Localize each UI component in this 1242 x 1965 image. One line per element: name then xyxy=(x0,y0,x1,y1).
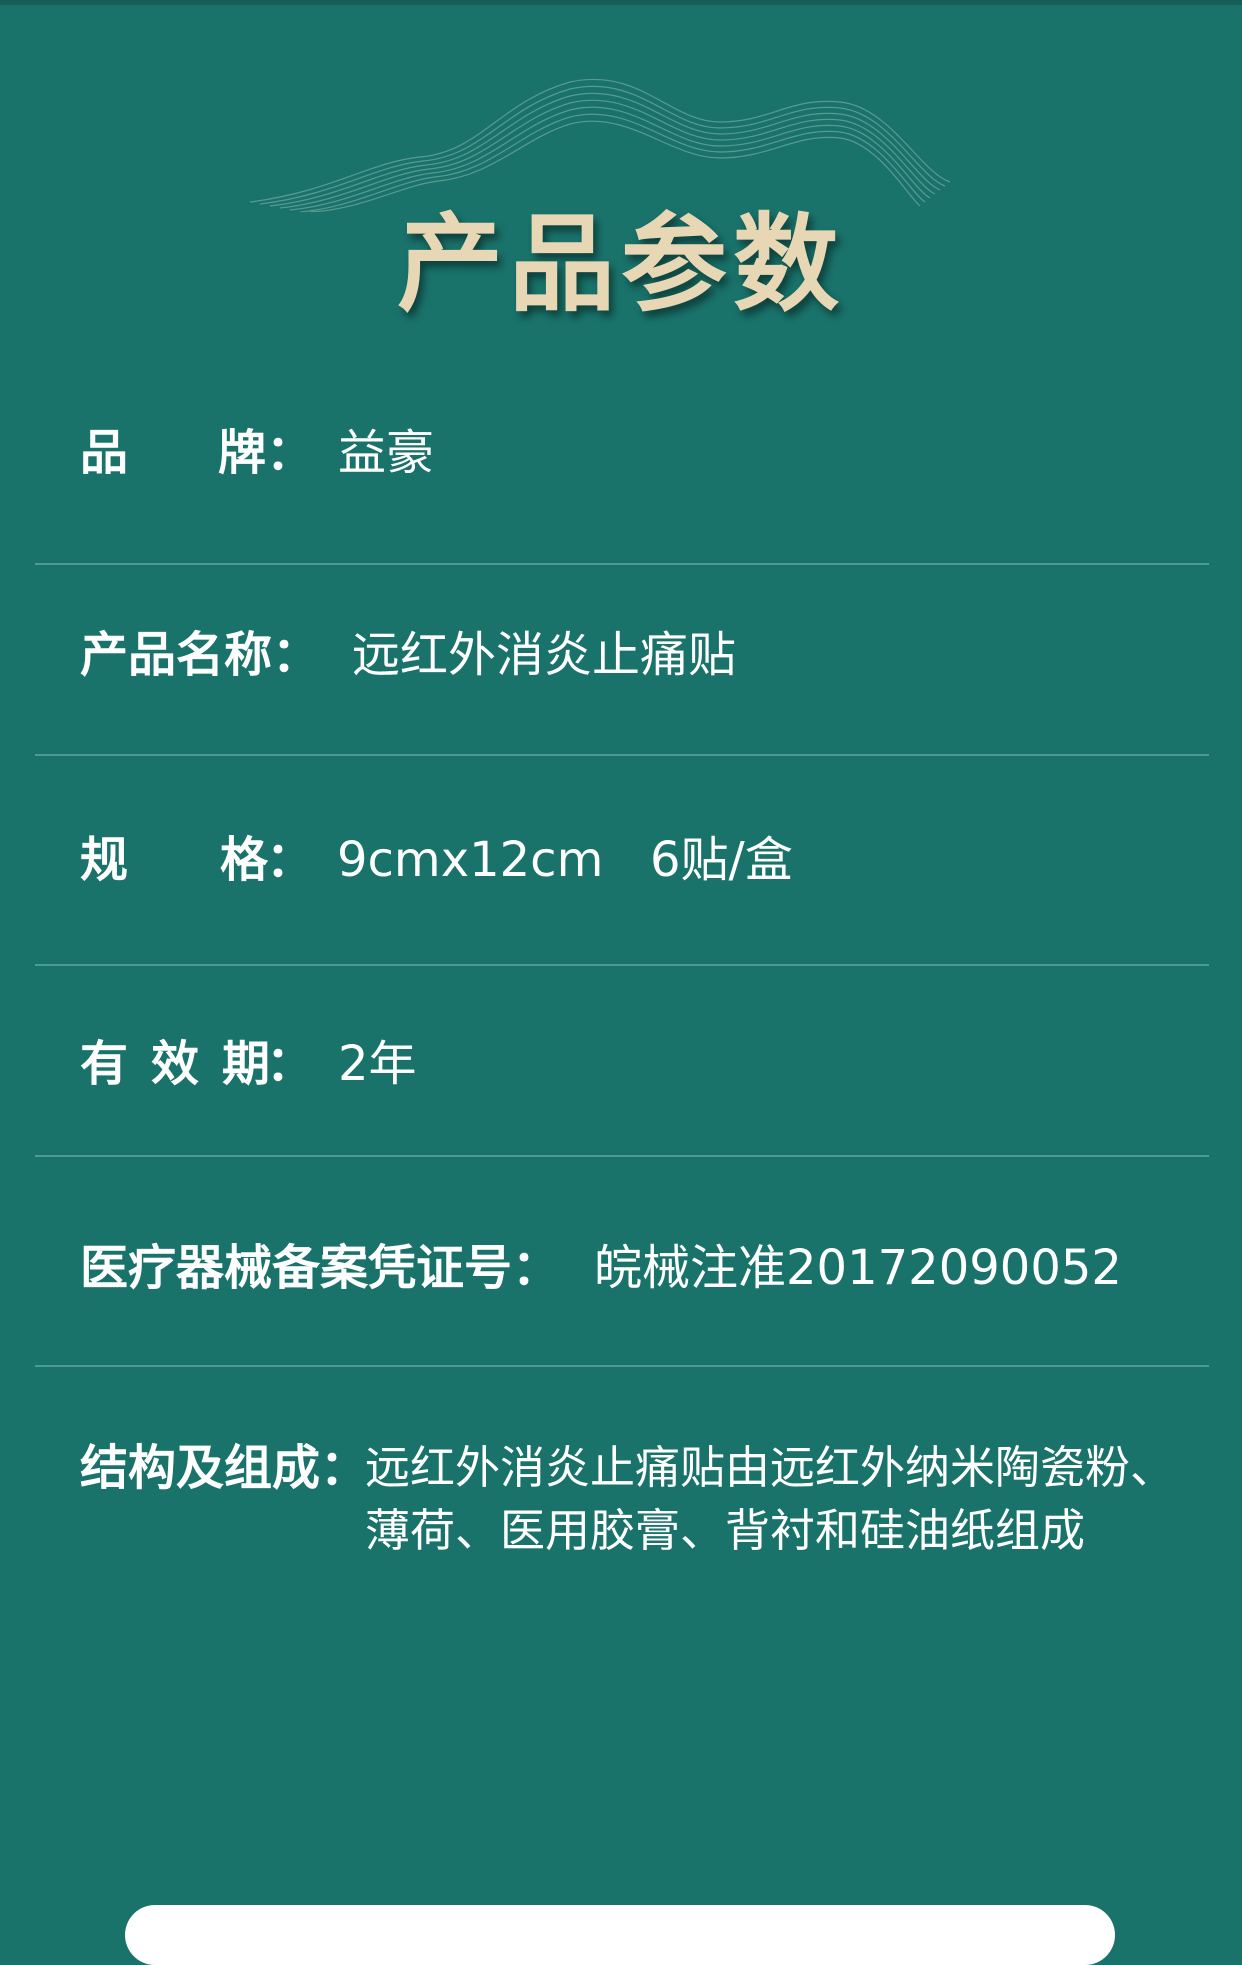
registration-value: 皖械注准20172090052 xyxy=(594,1240,1122,1296)
mountain-wave-decoration xyxy=(250,78,950,212)
validity-label-colon: ： xyxy=(266,1036,315,1092)
composition-value-line-1: 远红外消炎止痛贴由远红外纳米陶瓷粉、 xyxy=(365,1441,1176,1494)
brand-label-colon: ： xyxy=(266,425,315,481)
validity-label-char-3: 期 xyxy=(222,1036,271,1092)
bottom-card xyxy=(125,1905,1115,1965)
registration-label: 医疗器械备案凭证号： xyxy=(80,1240,561,1296)
product-name-value: 远红外消炎止痛贴 xyxy=(352,627,737,683)
validity-label-char-2: 效 xyxy=(151,1036,200,1092)
composition-value-line-2: 薄荷、医用胶膏、背衬和硅油纸组成 xyxy=(365,1504,1086,1557)
divider xyxy=(35,1365,1209,1367)
product-name-label: 产品名称： xyxy=(80,627,321,683)
composition-label: 结构及组成： xyxy=(80,1440,369,1496)
page-title: 产品参数 xyxy=(397,203,845,326)
brand-label-char-2: 牌 xyxy=(218,425,267,481)
brand-value: 益豪 xyxy=(338,425,435,481)
divider xyxy=(35,1155,1209,1157)
divider xyxy=(35,964,1209,966)
spec-size-value: 9cmx12cm xyxy=(337,832,604,888)
top-strip xyxy=(0,0,1242,5)
spec-label-char-2: 格 xyxy=(220,832,269,888)
validity-label-char-1: 有 xyxy=(80,1036,129,1092)
brand-label-char-1: 品 xyxy=(80,425,129,481)
spec-label-colon: ： xyxy=(266,832,315,888)
validity-value: 2年 xyxy=(338,1036,417,1092)
divider xyxy=(35,754,1209,756)
spec-count-value: 6贴/盒 xyxy=(650,832,793,888)
divider xyxy=(35,563,1209,565)
spec-label-char-1: 规 xyxy=(80,832,129,888)
